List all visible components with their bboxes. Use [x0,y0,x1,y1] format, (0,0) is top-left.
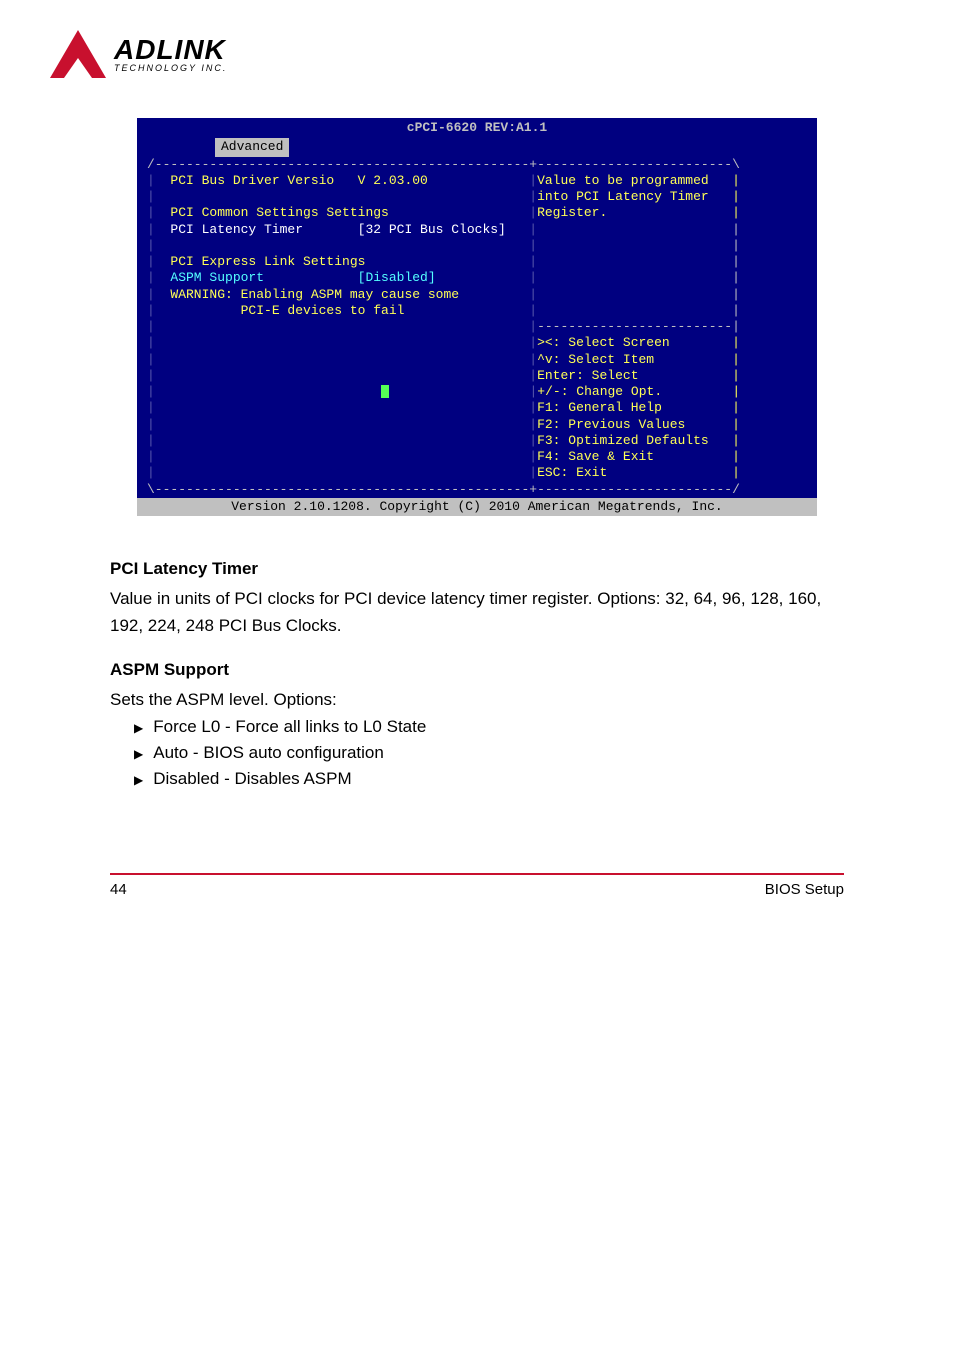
page-number: 44 [110,881,127,898]
option-item: Auto - BIOS auto configuration [134,740,844,766]
bios-body: /---------------------------------------… [137,157,817,498]
bios-screenshot: cPCI-6620 REV:A1.1 Advanced /-----------… [137,118,817,516]
bullet-icon [134,714,143,740]
logo-icon [50,30,106,78]
bios-cursor [381,385,389,398]
bullet-icon [134,766,143,792]
page-footer: 44 BIOS Setup [110,873,844,898]
logo-main-text: ADLINK [114,36,227,64]
bios-tab-advanced[interactable]: Advanced [215,138,289,156]
option-item: Disabled - Disables ASPM [134,766,844,792]
heading-aspm: ASPM Support [110,657,844,683]
paragraph: Value in units of PCI clocks for PCI dev… [110,586,844,639]
logo-sub-text: TECHNOLOGY INC. [114,64,227,73]
footer-section-title: BIOS Setup [765,881,844,898]
heading-pci-latency: PCI Latency Timer [110,556,844,582]
paragraph: Sets the ASPM level. Options: [110,687,844,713]
option-text: Disabled - Disables ASPM [153,766,351,792]
bios-title: cPCI-6620 REV:A1.1 [137,118,817,138]
document-body: PCI Latency Timer Value in units of PCI … [110,556,844,793]
option-text: Force L0 - Force all links to L0 State [153,714,426,740]
option-item: Force L0 - Force all links to L0 State [134,714,844,740]
bullet-icon [134,740,143,766]
brand-logo: ADLINK TECHNOLOGY INC. [50,30,904,78]
option-text: Auto - BIOS auto configuration [153,740,384,766]
bios-footer: Version 2.10.1208. Copyright (C) 2010 Am… [137,498,817,516]
